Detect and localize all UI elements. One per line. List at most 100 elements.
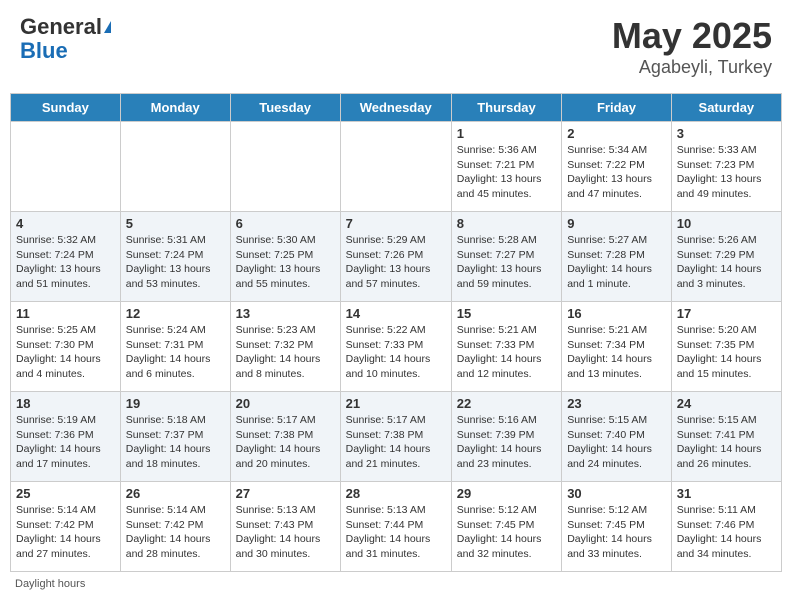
calendar-day-cell: 3Sunrise: 5:33 AMSunset: 7:23 PMDaylight… <box>671 122 781 212</box>
day-number: 31 <box>677 486 776 501</box>
calendar-day-header: Wednesday <box>340 94 451 122</box>
calendar-day-header: Saturday <box>671 94 781 122</box>
day-info: Sunrise: 5:13 AMSunset: 7:44 PMDaylight:… <box>346 503 446 562</box>
day-number: 5 <box>126 216 225 231</box>
calendar-week-row: 4 Sunrise: 5:32 AMSunset: 7:24 PMDaylight… <box>11 212 782 302</box>
calendar-day-cell: 18 Sunrise: 5:19 AMSunset: 7:36 PMDayligh… <box>11 392 121 482</box>
footer-note: Daylight hours <box>10 578 782 590</box>
day-number: 25 <box>16 486 115 501</box>
calendar-day-cell: 22 Sunrise: 5:16 AMSunset: 7:39 PMDayligh… <box>451 392 561 482</box>
day-number: 28 <box>346 486 446 501</box>
day-info: Sunrise: 5:19 AMSunset: 7:36 PMDaylight:… <box>16 413 115 472</box>
calendar-day-cell <box>120 122 230 212</box>
day-number: 22 <box>457 396 556 411</box>
day-number: 1 <box>457 126 556 141</box>
calendar-day-cell: 26 Sunrise: 5:14 AMSunset: 7:42 PMDayligh… <box>120 482 230 572</box>
calendar-day-cell: 19 Sunrise: 5:18 AMSunset: 7:37 PMDayligh… <box>120 392 230 482</box>
logo: General Blue <box>20 15 111 63</box>
day-number: 10 <box>677 216 776 231</box>
day-number: 30 <box>567 486 666 501</box>
day-number: 3 <box>677 126 776 141</box>
day-number: 11 <box>16 306 115 321</box>
calendar-day-cell: 5 Sunrise: 5:31 AMSunset: 7:24 PMDaylight… <box>120 212 230 302</box>
calendar-day-cell: 11 Sunrise: 5:25 AMSunset: 7:30 PMDayligh… <box>11 302 121 392</box>
calendar-day-cell: 7Sunrise: 5:29 AMSunset: 7:26 PMDaylight… <box>340 212 451 302</box>
day-number: 6 <box>236 216 335 231</box>
day-info: Sunrise: 5:32 AMSunset: 7:24 PMDaylight:… <box>16 233 115 292</box>
calendar-day-header: Monday <box>120 94 230 122</box>
day-info: Sunrise: 5:24 AMSunset: 7:31 PMDaylight:… <box>126 323 225 382</box>
calendar-day-cell: 25 Sunrise: 5:14 AMSunset: 7:42 PMDayligh… <box>11 482 121 572</box>
calendar-day-cell: 6 Sunrise: 5:30 AMSunset: 7:25 PMDaylight… <box>230 212 340 302</box>
day-info: Sunrise: 5:17 AMSunset: 7:38 PMDaylight:… <box>346 413 446 472</box>
day-number: 29 <box>457 486 556 501</box>
calendar-day-cell: 15 Sunrise: 5:21 AMSunset: 7:33 PMDayligh… <box>451 302 561 392</box>
calendar-day-cell: 29 Sunrise: 5:12 AMSunset: 7:45 PMDayligh… <box>451 482 561 572</box>
day-number: 18 <box>16 396 115 411</box>
day-info: Sunrise: 5:21 AMSunset: 7:33 PMDaylight:… <box>457 323 556 382</box>
logo-general-text: General <box>20 15 102 39</box>
calendar-day-cell: 2 Sunrise: 5:34 AMSunset: 7:22 PMDaylight… <box>562 122 672 212</box>
calendar-day-cell: 27 Sunrise: 5:13 AMSunset: 7:43 PMDayligh… <box>230 482 340 572</box>
day-info: Sunrise: 5:15 AMSunset: 7:41 PMDaylight:… <box>677 413 776 472</box>
day-number: 2 <box>567 126 666 141</box>
day-number: 17 <box>677 306 776 321</box>
calendar-day-header: Thursday <box>451 94 561 122</box>
day-number: 15 <box>457 306 556 321</box>
calendar-day-cell: 14Sunrise: 5:22 AMSunset: 7:33 PMDayligh… <box>340 302 451 392</box>
day-number: 21 <box>346 396 446 411</box>
day-info: Sunrise: 5:18 AMSunset: 7:37 PMDaylight:… <box>126 413 225 472</box>
calendar-week-row: 25 Sunrise: 5:14 AMSunset: 7:42 PMDayligh… <box>11 482 782 572</box>
day-info: Sunrise: 5:20 AMSunset: 7:35 PMDaylight:… <box>677 323 776 382</box>
calendar-day-header: Friday <box>562 94 672 122</box>
title-area: May 2025 Agabeyli, Turkey <box>612 15 772 78</box>
day-info: Sunrise: 5:17 AMSunset: 7:38 PMDaylight:… <box>236 413 335 472</box>
day-info: Sunrise: 5:29 AMSunset: 7:26 PMDaylight:… <box>346 233 446 292</box>
calendar-day-cell <box>11 122 121 212</box>
calendar-week-row: 11 Sunrise: 5:25 AMSunset: 7:30 PMDayligh… <box>11 302 782 392</box>
day-number: 8 <box>457 216 556 231</box>
day-info: Sunrise: 5:30 AMSunset: 7:25 PMDaylight:… <box>236 233 335 292</box>
calendar-day-cell: 30Sunrise: 5:12 AMSunset: 7:45 PMDayligh… <box>562 482 672 572</box>
calendar-day-cell: 20Sunrise: 5:17 AMSunset: 7:38 PMDayligh… <box>230 392 340 482</box>
calendar-day-cell: 1 Sunrise: 5:36 AMSunset: 7:21 PMDaylight… <box>451 122 561 212</box>
day-number: 24 <box>677 396 776 411</box>
day-info: Sunrise: 5:36 AMSunset: 7:21 PMDaylight:… <box>457 143 556 202</box>
day-info: Sunrise: 5:14 AMSunset: 7:42 PMDaylight:… <box>16 503 115 562</box>
day-number: 13 <box>236 306 335 321</box>
day-info: Sunrise: 5:15 AMSunset: 7:40 PMDaylight:… <box>567 413 666 472</box>
calendar-day-cell: 9Sunrise: 5:27 AMSunset: 7:28 PMDaylight… <box>562 212 672 302</box>
day-number: 26 <box>126 486 225 501</box>
calendar-table: SundayMondayTuesdayWednesdayThursdayFrid… <box>10 93 782 572</box>
day-info: Sunrise: 5:16 AMSunset: 7:39 PMDaylight:… <box>457 413 556 472</box>
day-info: Sunrise: 5:21 AMSunset: 7:34 PMDaylight:… <box>567 323 666 382</box>
day-info: Sunrise: 5:25 AMSunset: 7:30 PMDaylight:… <box>16 323 115 382</box>
calendar-day-cell: 31 Sunrise: 5:11 AMSunset: 7:46 PMDayligh… <box>671 482 781 572</box>
day-info: Sunrise: 5:13 AMSunset: 7:43 PMDaylight:… <box>236 503 335 562</box>
calendar-day-cell: 4 Sunrise: 5:32 AMSunset: 7:24 PMDaylight… <box>11 212 121 302</box>
calendar-day-cell: 13Sunrise: 5:23 AMSunset: 7:32 PMDayligh… <box>230 302 340 392</box>
day-info: Sunrise: 5:28 AMSunset: 7:27 PMDaylight:… <box>457 233 556 292</box>
day-info: Sunrise: 5:26 AMSunset: 7:29 PMDaylight:… <box>677 233 776 292</box>
calendar-day-cell: 28 Sunrise: 5:13 AMSunset: 7:44 PMDayligh… <box>340 482 451 572</box>
header: General Blue May 2025 Agabeyli, Turkey <box>10 10 782 83</box>
calendar-day-cell <box>230 122 340 212</box>
logo-blue-text: Blue <box>20 39 68 63</box>
day-info: Sunrise: 5:22 AMSunset: 7:33 PMDaylight:… <box>346 323 446 382</box>
calendar-day-header: Tuesday <box>230 94 340 122</box>
day-number: 4 <box>16 216 115 231</box>
calendar-day-header: Sunday <box>11 94 121 122</box>
day-info: Sunrise: 5:11 AMSunset: 7:46 PMDaylight:… <box>677 503 776 562</box>
calendar-day-cell <box>340 122 451 212</box>
day-number: 23 <box>567 396 666 411</box>
day-info: Sunrise: 5:31 AMSunset: 7:24 PMDaylight:… <box>126 233 225 292</box>
calendar-week-row: 1 Sunrise: 5:36 AMSunset: 7:21 PMDaylight… <box>11 122 782 212</box>
day-info: Sunrise: 5:34 AMSunset: 7:22 PMDaylight:… <box>567 143 666 202</box>
day-number: 19 <box>126 396 225 411</box>
calendar-day-cell: 17 Sunrise: 5:20 AMSunset: 7:35 PMDayligh… <box>671 302 781 392</box>
day-info: Sunrise: 5:12 AMSunset: 7:45 PMDaylight:… <box>457 503 556 562</box>
day-number: 27 <box>236 486 335 501</box>
calendar-day-cell: 21 Sunrise: 5:17 AMSunset: 7:38 PMDayligh… <box>340 392 451 482</box>
day-number: 16 <box>567 306 666 321</box>
day-info: Sunrise: 5:14 AMSunset: 7:42 PMDaylight:… <box>126 503 225 562</box>
